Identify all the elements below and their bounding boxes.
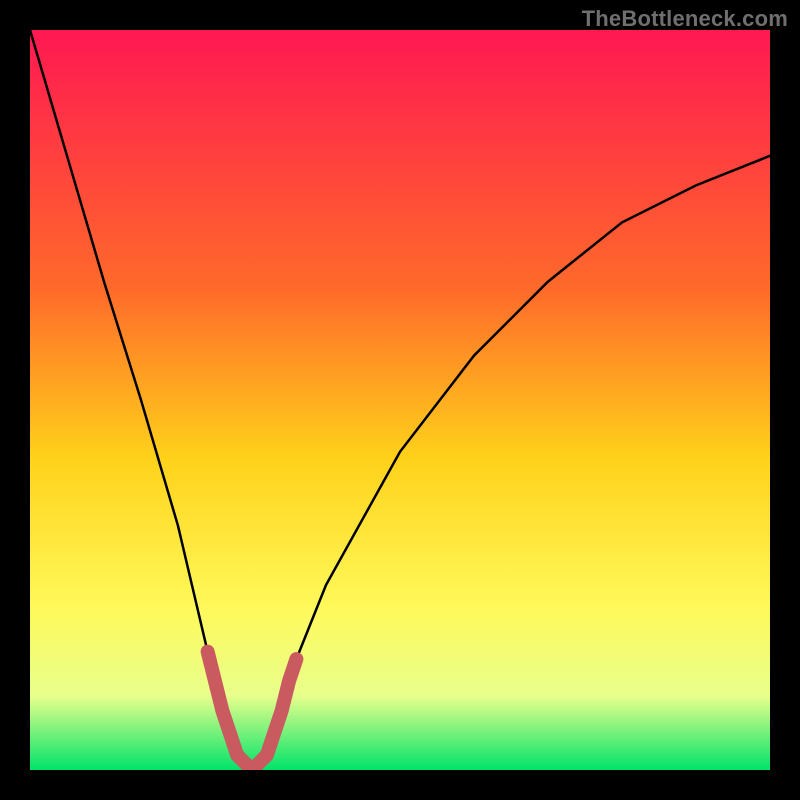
bottleneck-chart	[30, 30, 770, 770]
chart-frame	[30, 30, 770, 770]
watermark-text: TheBottleneck.com	[582, 6, 788, 32]
